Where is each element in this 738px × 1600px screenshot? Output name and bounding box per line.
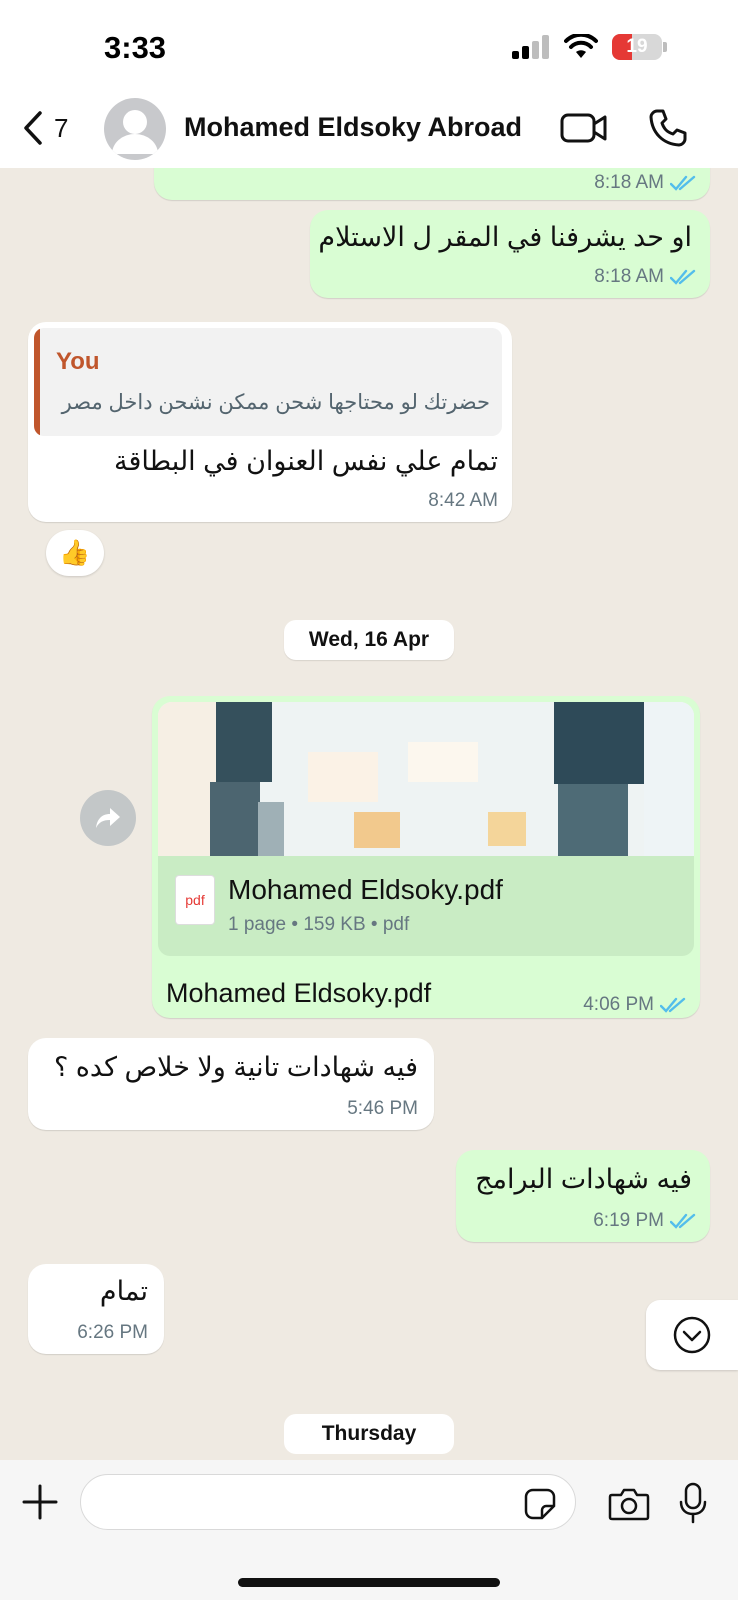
- attach-button[interactable]: [20, 1482, 60, 1527]
- quoted-message[interactable]: You حضرتك لو محتاجها شحن ممكن نشحن داخل …: [34, 328, 502, 436]
- microphone-icon: [679, 1482, 707, 1524]
- message-time: 6:19 PM: [593, 1210, 664, 1231]
- message-document[interactable]: pdf Mohamed Eldsoky.pdf 1 page • 159 KB …: [152, 696, 700, 1018]
- person-icon: [112, 110, 158, 154]
- message-time: 6:26 PM: [77, 1322, 148, 1343]
- message-time: 8:18 AM: [594, 172, 664, 193]
- message-outgoing[interactable]: او حد يشرفنا في المقر ل الاستلام 8:18 AM: [310, 210, 710, 298]
- home-indicator: [238, 1578, 500, 1587]
- message-meta: 8:18 AM: [594, 266, 696, 288]
- quote-accent-bar: [34, 328, 40, 436]
- message-meta: 8:18 AM: [594, 172, 696, 194]
- status-time: 3:33: [104, 30, 167, 65]
- back-button[interactable]: 7: [22, 110, 68, 146]
- video-call-button[interactable]: [560, 110, 608, 151]
- quote-author: You: [56, 348, 100, 375]
- message-incoming[interactable]: تمام 6:26 PM: [28, 1264, 164, 1354]
- message-text: تمام: [99, 1276, 148, 1306]
- message-meta: 4:06 PM: [583, 994, 686, 1016]
- message-text: او حد يشرفنا في المقر ل الاستلام: [318, 222, 692, 252]
- message-incoming-reply[interactable]: You حضرتك لو محتاجها شحن ممكن نشحن داخل …: [28, 322, 512, 522]
- message-composer: [0, 1460, 738, 1600]
- phone-icon: [649, 109, 687, 147]
- pdf-file-icon: pdf: [176, 876, 214, 924]
- quote-text: حضرتك لو محتاجها شحن ممكن نشحن داخل مصر: [61, 391, 490, 414]
- date-separator: Wed, 16 Apr: [284, 620, 454, 660]
- double-check-icon: [670, 269, 696, 285]
- reaction-badge[interactable]: 👍: [46, 530, 104, 576]
- plus-icon: [22, 1484, 58, 1520]
- message-outgoing[interactable]: فيه شهادات البرامج 6:19 PM: [456, 1150, 710, 1242]
- wifi-icon: [564, 34, 598, 58]
- message-time: 4:06 PM: [583, 994, 654, 1015]
- message-text: تمام علي نفس العنوان في البطاقة: [114, 446, 498, 476]
- message-time: 5:46 PM: [347, 1098, 418, 1119]
- camera-button[interactable]: [608, 1486, 650, 1527]
- microphone-button[interactable]: [678, 1482, 708, 1529]
- chevron-down-circle-icon: [673, 1316, 711, 1354]
- message-meta: 6:26 PM: [77, 1322, 148, 1344]
- forward-arrow-icon: [96, 808, 120, 828]
- file-card[interactable]: pdf Mohamed Eldsoky.pdf 1 page • 159 KB …: [158, 856, 694, 956]
- camera-icon: [608, 1488, 650, 1521]
- contact-name[interactable]: Mohamed Eldsoky Abroad: [184, 112, 522, 143]
- sticker-button[interactable]: [524, 1488, 556, 1525]
- chat-area[interactable]: 8:18 AM او حد يشرفنا في المقر ل الاستلام…: [0, 168, 738, 1460]
- message-text: فيه شهادات تانية ولا خلاص كده ؟: [53, 1052, 418, 1082]
- chevron-left-icon: [24, 111, 42, 145]
- message-time: 8:42 AM: [428, 490, 498, 511]
- blurred-preview-image: [158, 702, 694, 856]
- scroll-to-bottom-button[interactable]: [646, 1300, 738, 1370]
- voice-call-button[interactable]: [648, 108, 688, 153]
- message-incoming[interactable]: فيه شهادات تانية ولا خلاص كده ؟ 5:46 PM: [28, 1038, 434, 1130]
- battery-level: 19: [626, 36, 648, 57]
- forward-button[interactable]: [80, 790, 136, 846]
- status-bar: 3:33 19: [0, 0, 738, 100]
- double-check-icon: [670, 1213, 696, 1229]
- message-time: 8:18 AM: [594, 266, 664, 287]
- unread-count: 7: [54, 112, 69, 143]
- document-caption: Mohamed Eldsoky.pdf: [166, 978, 432, 1008]
- double-check-icon: [660, 997, 686, 1013]
- battery-icon: 19: [612, 34, 667, 60]
- double-check-icon: [670, 175, 696, 191]
- message-outgoing-partial[interactable]: 8:18 AM: [154, 168, 710, 200]
- file-details: 1 page • 159 KB • pdf: [228, 914, 410, 935]
- message-input[interactable]: [80, 1474, 576, 1530]
- file-name: Mohamed Eldsoky.pdf: [228, 874, 503, 905]
- status-icons: 19: [512, 34, 667, 60]
- avatar[interactable]: [104, 98, 166, 160]
- message-meta: 6:19 PM: [593, 1210, 696, 1232]
- document-preview-thumbnail[interactable]: [158, 702, 694, 856]
- chat-header: 7 Mohamed Eldsoky Abroad: [0, 98, 738, 168]
- message-meta: 8:42 AM: [428, 490, 498, 512]
- sticker-icon: [524, 1488, 556, 1520]
- message-text: فيه شهادات البرامج: [475, 1164, 692, 1194]
- video-camera-icon: [560, 113, 607, 143]
- cellular-signal-icon: [512, 35, 549, 59]
- date-separator: Thursday: [284, 1414, 454, 1454]
- message-meta: 5:46 PM: [347, 1098, 418, 1120]
